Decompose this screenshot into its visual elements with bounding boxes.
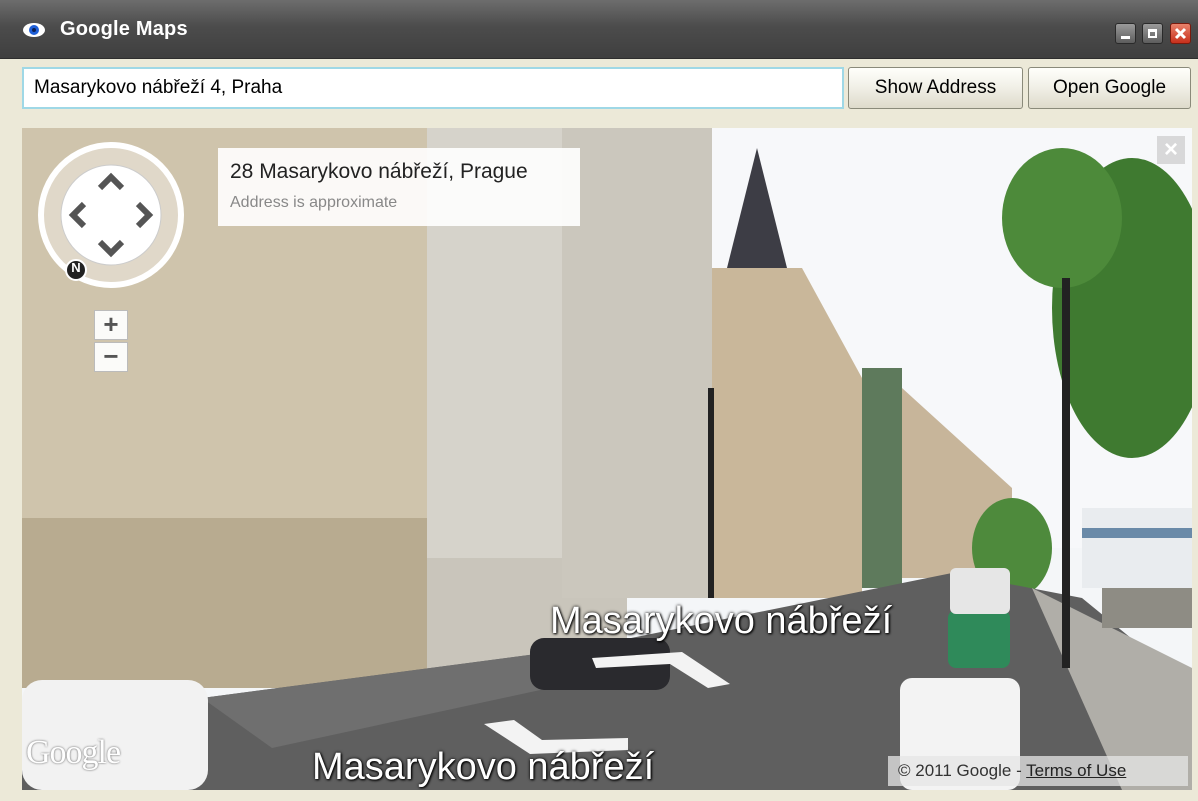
zoom-out-button[interactable]: − bbox=[94, 342, 128, 372]
minimize-icon bbox=[1121, 36, 1130, 39]
maximize-button[interactable] bbox=[1142, 23, 1163, 44]
google-logo: Google bbox=[26, 734, 121, 771]
copyright-text: © 2011 Google - bbox=[898, 761, 1027, 780]
address-input[interactable] bbox=[22, 67, 844, 109]
address-toolbar: Show Address Open Google bbox=[0, 59, 1198, 119]
street-label-far[interactable]: Masarykovo nábřeží bbox=[550, 600, 892, 643]
pan-control[interactable]: N bbox=[38, 142, 184, 288]
close-window-button[interactable] bbox=[1170, 23, 1191, 44]
terms-of-use-link[interactable]: Terms of Use bbox=[1026, 761, 1126, 780]
street-scene-image bbox=[22, 128, 1192, 790]
info-title: 28 Masarykovo nábřeží, Prague bbox=[230, 160, 528, 183]
window-title: Google Maps bbox=[60, 18, 188, 40]
street-label-near[interactable]: Masarykovo nábřeží bbox=[312, 746, 654, 789]
compass-north-label: N bbox=[71, 260, 81, 275]
window-titlebar: Google Maps bbox=[0, 0, 1198, 59]
maximize-icon bbox=[1148, 29, 1157, 38]
compass-icon bbox=[38, 142, 184, 288]
open-google-button[interactable]: Open Google bbox=[1028, 67, 1191, 109]
street-view-panorama[interactable]: 28 Masarykovo nábřeží, Prague Address is… bbox=[22, 128, 1192, 790]
close-panorama-button[interactable]: × bbox=[1157, 136, 1185, 164]
info-subtitle: Address is approximate bbox=[230, 194, 398, 211]
eye-icon bbox=[23, 23, 45, 37]
show-address-button[interactable]: Show Address bbox=[848, 67, 1023, 109]
close-icon bbox=[1174, 27, 1187, 40]
minimize-button[interactable] bbox=[1115, 23, 1136, 44]
address-info-box: 28 Masarykovo nábřeží, Prague Address is… bbox=[218, 148, 580, 226]
zoom-in-button[interactable]: + bbox=[94, 310, 128, 340]
copyright-bar: © 2011 Google - Terms of Use bbox=[888, 756, 1188, 786]
